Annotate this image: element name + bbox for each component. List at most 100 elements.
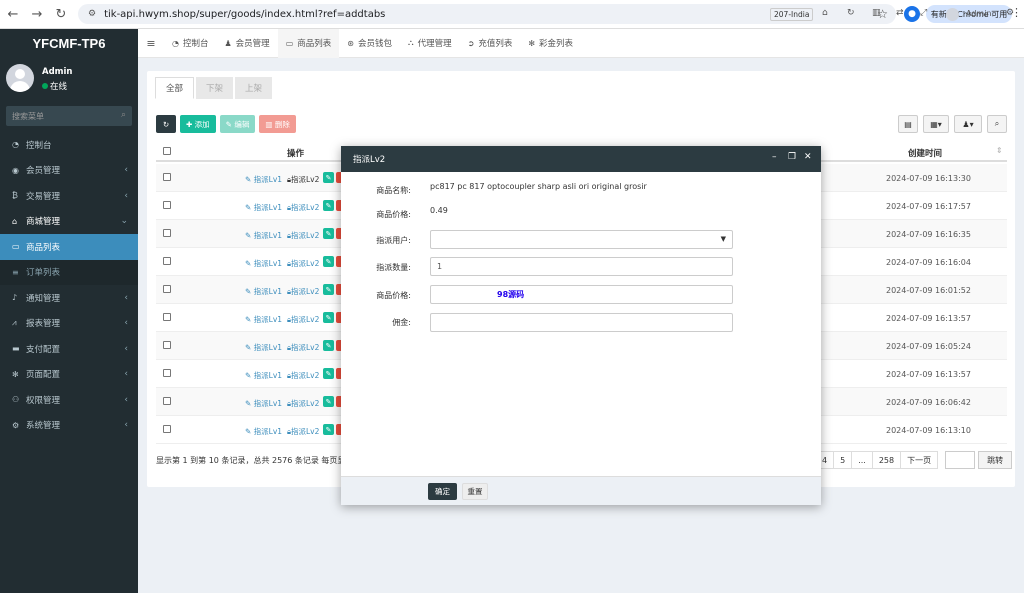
- page-jump-button[interactable]: 跳转: [978, 451, 1013, 469]
- tab-members[interactable]: ♟ 会员管理: [217, 29, 278, 58]
- sidebar-item-system[interactable]: ⚙ 系统管理 ‹: [0, 413, 138, 439]
- refresh-button[interactable]: ↻: [156, 115, 176, 133]
- translate-icon[interactable]: ⇄: [896, 8, 904, 18]
- assign-lv1-link[interactable]: ✎ 指派Lv1: [245, 426, 282, 437]
- site-info-icon[interactable]: ⚙: [88, 9, 96, 19]
- page-jump-input[interactable]: [945, 451, 976, 469]
- sidebar-item-goods-list[interactable]: ▭ 商品列表: [0, 234, 138, 260]
- search-button[interactable]: ⌕: [987, 115, 1007, 133]
- minimize-icon[interactable]: –: [772, 152, 777, 162]
- assign-lv2-link[interactable]: 🔒︎指派Lv2: [287, 398, 319, 409]
- assign-lv1-link[interactable]: ✎ 指派Lv1: [245, 258, 282, 269]
- sidebar-item-pages[interactable]: ✻ 页面配置 ‹: [0, 362, 138, 388]
- assign-lv1-link[interactable]: ✎ 指派Lv1: [245, 202, 282, 213]
- row-checkbox[interactable]: [163, 201, 171, 209]
- assign-lv2-link[interactable]: 🔒︎指派Lv2: [287, 342, 319, 353]
- edit-button[interactable]: ✎ 编辑: [219, 115, 256, 133]
- fullscreen-icon[interactable]: ⤢: [920, 8, 927, 18]
- tab-dashboard[interactable]: ◔ 控制台: [164, 29, 217, 58]
- tab-agents[interactable]: ⛬ 代理管理: [400, 29, 460, 58]
- assign-lv2-link[interactable]: 🔒︎指派Lv2: [287, 314, 319, 325]
- confirm-button[interactable]: 确定: [428, 483, 457, 500]
- sidebar-item-payment[interactable]: ▬ 支付配置 ‹: [0, 336, 138, 362]
- sidebar-item-members[interactable]: ◉ 会员管理 ‹: [0, 158, 138, 184]
- assign-lv2-link[interactable]: 🔒︎指派Lv2: [287, 370, 319, 381]
- row-edit-button[interactable]: ✎: [323, 396, 334, 407]
- tab-goods-list[interactable]: ▭ 商品列表: [277, 28, 340, 58]
- assign-lv1-link[interactable]: ✎ 指派Lv1: [245, 286, 282, 297]
- assign-user-select[interactable]: ▼: [430, 230, 733, 249]
- export-button[interactable]: ♟▾: [954, 115, 982, 133]
- row-edit-button[interactable]: ✎: [323, 172, 334, 183]
- assign-lv1-link[interactable]: ✎ 指派Lv1: [245, 314, 282, 325]
- commission-input[interactable]: [430, 313, 733, 332]
- profile-icon[interactable]: ●: [904, 6, 920, 22]
- row-checkbox[interactable]: [163, 369, 171, 377]
- reset-button[interactable]: 重置: [462, 483, 488, 500]
- assign-lv1-link[interactable]: ✎ 指派Lv1: [245, 398, 282, 409]
- column-header-created[interactable]: 创建时间: [908, 147, 942, 159]
- close-icon[interactable]: ✕: [804, 152, 812, 162]
- columns-button[interactable]: ▦▾: [923, 115, 949, 133]
- tab-online[interactable]: 上架: [235, 77, 273, 99]
- brand-logo[interactable]: YFCMF-TP6: [0, 29, 138, 58]
- row-edit-button[interactable]: ✎: [323, 340, 334, 351]
- select-all-checkbox[interactable]: [163, 147, 171, 155]
- add-button[interactable]: ✚ 添加: [180, 115, 216, 133]
- tab-bonus[interactable]: ✻ 彩金列表: [520, 29, 581, 58]
- assign-lv2-link[interactable]: 🔒︎指派Lv2: [287, 230, 319, 241]
- assign-lv1-link[interactable]: ✎ 指派Lv1: [245, 342, 282, 353]
- row-checkbox[interactable]: [163, 425, 171, 433]
- sort-icon[interactable]: ⇕: [996, 146, 1003, 155]
- sidebar-item-trades[interactable]: ₿ 交易管理 ‹: [0, 183, 138, 209]
- row-edit-button[interactable]: ✎: [323, 256, 334, 267]
- assign-lv2-link[interactable]: 🔒︎指派Lv2: [287, 286, 319, 297]
- sidebar-item-notice[interactable]: ♪ 通知管理 ‹: [0, 285, 138, 311]
- sidebar-item-permissions[interactable]: ⚇ 权限管理 ‹: [0, 387, 138, 413]
- sidebar-item-dashboard[interactable]: ◔ 控制台: [0, 132, 138, 158]
- menu-search-input[interactable]: 搜索菜单 ⌕: [6, 106, 132, 126]
- admin-name[interactable]: Admin: [966, 9, 992, 18]
- row-edit-button[interactable]: ✎: [323, 312, 334, 323]
- assign-lv1-link[interactable]: ✎ 指派Lv1: [245, 230, 282, 241]
- reload-icon[interactable]: ↻: [50, 3, 72, 25]
- tab-wallet[interactable]: ⊛ 会员钱包: [339, 29, 400, 58]
- assign-lv2-link[interactable]: 🔒︎指派Lv2: [287, 174, 319, 185]
- assign-lv1-link[interactable]: ✎ 指派Lv1: [245, 174, 282, 185]
- tab-all[interactable]: 全部: [155, 77, 195, 99]
- forward-icon[interactable]: →: [26, 3, 48, 25]
- row-checkbox[interactable]: [163, 341, 171, 349]
- row-edit-button[interactable]: ✎: [323, 200, 334, 211]
- tab-recharge[interactable]: ➲ 充值列表: [460, 29, 521, 58]
- tab-offline[interactable]: 下架: [196, 77, 234, 99]
- row-edit-button[interactable]: ✎: [323, 424, 334, 435]
- back-icon[interactable]: ←: [2, 3, 24, 25]
- trash-icon[interactable]: ▥: [872, 8, 881, 18]
- row-checkbox[interactable]: [163, 285, 171, 293]
- page-link[interactable]: 5: [833, 451, 853, 469]
- row-checkbox[interactable]: [163, 173, 171, 181]
- refresh-icon[interactable]: ↻: [847, 8, 855, 18]
- assign-lv1-link[interactable]: ✎ 指派Lv1: [245, 370, 282, 381]
- row-checkbox[interactable]: [163, 229, 171, 237]
- assign-qty-input[interactable]: 1: [430, 257, 733, 276]
- menu-toggle-icon[interactable]: ≡: [138, 29, 164, 58]
- sidebar-item-orders[interactable]: ≡ 订单列表: [0, 259, 138, 285]
- sidebar-item-mall[interactable]: ⌂ 商城管理 ⌄: [0, 209, 138, 235]
- region-select[interactable]: 207-India: [770, 8, 814, 21]
- settings-icon[interactable]: ⚙: [1006, 8, 1014, 18]
- avatar[interactable]: [946, 8, 959, 21]
- assign-price-input[interactable]: 98源码: [430, 285, 733, 304]
- assign-lv2-link[interactable]: 🔒︎指派Lv2: [287, 202, 319, 213]
- row-edit-button[interactable]: ✎: [323, 284, 334, 295]
- row-checkbox[interactable]: [163, 397, 171, 405]
- toggle-view-button[interactable]: ▤: [898, 115, 918, 133]
- home-icon[interactable]: ⌂: [822, 8, 828, 18]
- sidebar-item-reports[interactable]: ⩘ 报表管理 ‹: [0, 311, 138, 337]
- search-icon[interactable]: ⌕: [121, 110, 126, 120]
- row-edit-button[interactable]: ✎: [323, 228, 334, 239]
- row-checkbox[interactable]: [163, 257, 171, 265]
- maximize-icon[interactable]: ❐: [788, 152, 796, 162]
- next-page-button[interactable]: 下一页: [900, 451, 939, 469]
- page-link[interactable]: 258: [871, 451, 902, 469]
